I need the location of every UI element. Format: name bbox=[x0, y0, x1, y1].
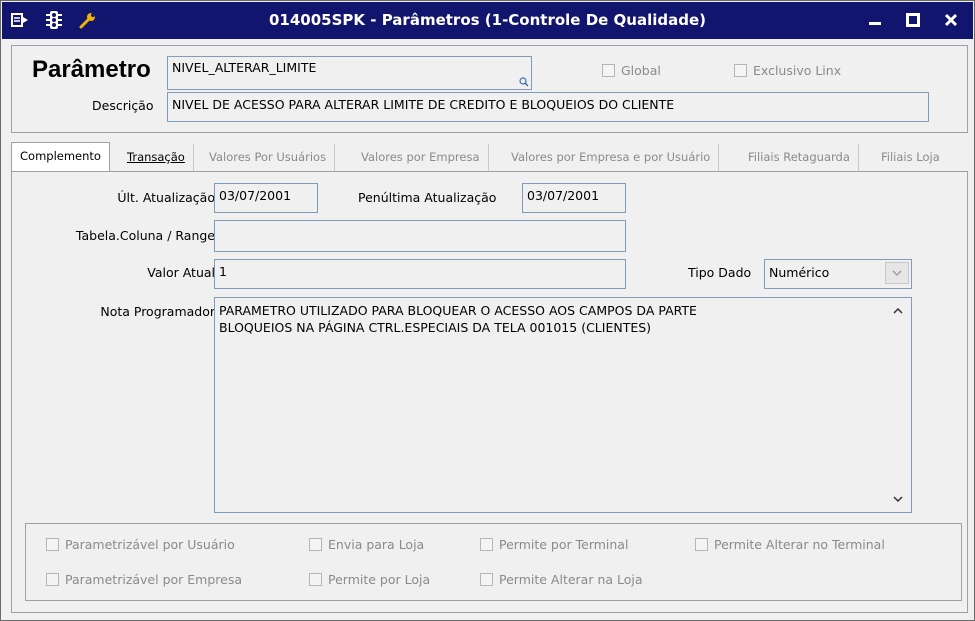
tabela-coluna-label: Tabela.Coluna / Range bbox=[75, 228, 215, 243]
title-bar: 014005SPK - Parâmetros (1-Controle De Qu… bbox=[2, 2, 973, 39]
nota-programador-textarea[interactable]: PARAMETRO UTILIZADO PARA BLOQUEAR O ACES… bbox=[214, 297, 912, 513]
descricao-label: Descrição bbox=[92, 98, 154, 113]
valor-atual-field[interactable]: 1 bbox=[214, 259, 626, 289]
minimize-button[interactable] bbox=[863, 8, 887, 32]
chevron-down-icon[interactable] bbox=[885, 262, 909, 284]
tab-valores-por-empresa-e-por-usuario[interactable]: Valores por Empresa e por Usuário bbox=[503, 144, 720, 171]
descricao-field[interactable]: NIVEL DE ACESSO PARA ALTERAR LIMITE DE C… bbox=[167, 92, 929, 122]
permite-terminal-checkbox[interactable]: Permite por Terminal bbox=[480, 537, 628, 552]
tab-label: Filiais Loja bbox=[881, 150, 940, 164]
checkbox-box[interactable] bbox=[480, 573, 493, 586]
checkbox-label: Permite por Terminal bbox=[499, 537, 629, 552]
window-frame: 014005SPK - Parâmetros (1-Controle De Qu… bbox=[0, 0, 975, 621]
options-group: Parametrizável por Usuário Envia para Lo… bbox=[25, 523, 962, 601]
scroll-down-icon[interactable] bbox=[891, 492, 905, 506]
checkbox-box[interactable] bbox=[602, 64, 615, 77]
global-label: Global bbox=[621, 63, 661, 78]
tipo-dado-select[interactable]: Numérico bbox=[764, 259, 912, 289]
tipo-dado-value: Numérico bbox=[769, 265, 830, 280]
permite-loja-checkbox[interactable]: Permite por Loja bbox=[309, 572, 430, 587]
tab-label: Filiais Retaguarda bbox=[748, 150, 850, 164]
penultima-atualizacao-label: Penúltima Atualização bbox=[358, 190, 497, 205]
checkbox-box[interactable] bbox=[695, 538, 708, 551]
checkbox-box[interactable] bbox=[480, 538, 493, 551]
permite-alterar-terminal-checkbox[interactable]: Permite Alterar no Terminal bbox=[695, 537, 885, 552]
valor-atual-label: Valor Atual bbox=[147, 265, 215, 280]
tab-strip: Complemento Transação Valores Por Usuári… bbox=[11, 142, 966, 173]
checkbox-label: Permite por Loja bbox=[328, 572, 431, 587]
checkbox-box[interactable] bbox=[734, 64, 747, 77]
ult-atualizacao-value: 03/07/2001 bbox=[219, 188, 292, 203]
exclusivo-linx-checkbox[interactable]: Exclusivo Linx bbox=[734, 63, 841, 78]
global-checkbox[interactable]: Global bbox=[602, 63, 661, 78]
checkbox-label: Permite Alterar no Terminal bbox=[714, 537, 885, 552]
envia-loja-checkbox[interactable]: Envia para Loja bbox=[309, 537, 424, 552]
descricao-value: NIVEL DE ACESSO PARA ALTERAR LIMITE DE C… bbox=[172, 97, 675, 112]
lookup-icon bbox=[519, 77, 529, 87]
parametrizavel-empresa-checkbox[interactable]: Parametrizável por Empresa bbox=[46, 572, 242, 587]
tab-valores-por-empresa[interactable]: Valores por Empresa bbox=[353, 144, 489, 171]
tab-label: Valores por Empresa e por Usuário bbox=[511, 150, 711, 164]
penultima-atualizacao-value: 03/07/2001 bbox=[527, 188, 600, 203]
parameter-value: NIVEL_ALTERAR_LIMITE bbox=[172, 60, 317, 75]
tab-label: Valores Por Usuários bbox=[209, 150, 327, 164]
penultima-atualizacao-field[interactable]: 03/07/2001 bbox=[522, 183, 626, 213]
tab-label: Transação bbox=[127, 150, 185, 164]
close-button[interactable] bbox=[939, 8, 963, 32]
permite-alterar-loja-checkbox[interactable]: Permite Alterar na Loja bbox=[480, 572, 643, 587]
tab-valores-por-usuarios[interactable]: Valores Por Usuários bbox=[201, 144, 336, 171]
checkbox-label: Permite Alterar na Loja bbox=[499, 572, 643, 587]
maximize-button[interactable] bbox=[901, 8, 925, 32]
parameter-label: Parâmetro bbox=[32, 56, 151, 83]
checkbox-box[interactable] bbox=[309, 573, 322, 586]
checkbox-box[interactable] bbox=[46, 573, 59, 586]
parameter-field[interactable]: NIVEL_ALTERAR_LIMITE bbox=[167, 56, 532, 90]
nota-programador-label: Nota Programador bbox=[100, 304, 215, 319]
window-title: 014005SPK - Parâmetros (1-Controle De Qu… bbox=[269, 11, 706, 29]
valor-atual-value: 1 bbox=[219, 264, 227, 279]
tab-label: Complemento bbox=[20, 149, 101, 163]
ult-atualizacao-label: Últ. Atualização bbox=[117, 190, 215, 205]
checkbox-label: Parametrizável por Empresa bbox=[65, 572, 243, 587]
nota-line: BLOQUEIOS NA PÁGINA CTRL.ESPECIAIS DA TE… bbox=[219, 320, 652, 335]
exclusivo-linx-label: Exclusivo Linx bbox=[753, 63, 842, 78]
tabela-coluna-field[interactable] bbox=[214, 220, 626, 252]
tab-label: Valores por Empresa bbox=[361, 150, 480, 164]
checkbox-box[interactable] bbox=[309, 538, 322, 551]
ult-atualizacao-field[interactable]: 03/07/2001 bbox=[214, 183, 318, 213]
parameter-header-panel: Parâmetro NIVEL_ALTERAR_LIMITE Global Ex… bbox=[11, 45, 968, 133]
nota-line: PARAMETRO UTILIZADO PARA BLOQUEAR O ACES… bbox=[219, 303, 697, 318]
checkbox-label: Parametrizável por Usuário bbox=[65, 537, 235, 552]
scroll-up-icon[interactable] bbox=[891, 304, 905, 318]
tab-complemento[interactable]: Complemento bbox=[11, 142, 110, 173]
checkbox-label: Envia para Loja bbox=[328, 537, 425, 552]
tab-filiais-retaguarda[interactable]: Filiais Retaguarda bbox=[740, 144, 859, 171]
checkbox-box[interactable] bbox=[46, 538, 59, 551]
tipo-dado-label: Tipo Dado bbox=[688, 265, 752, 280]
tab-transacao[interactable]: Transação bbox=[119, 144, 194, 171]
tab-filiais-loja[interactable]: Filiais Loja bbox=[873, 144, 948, 171]
parametrizavel-usuario-checkbox[interactable]: Parametrizável por Usuário bbox=[46, 537, 235, 552]
